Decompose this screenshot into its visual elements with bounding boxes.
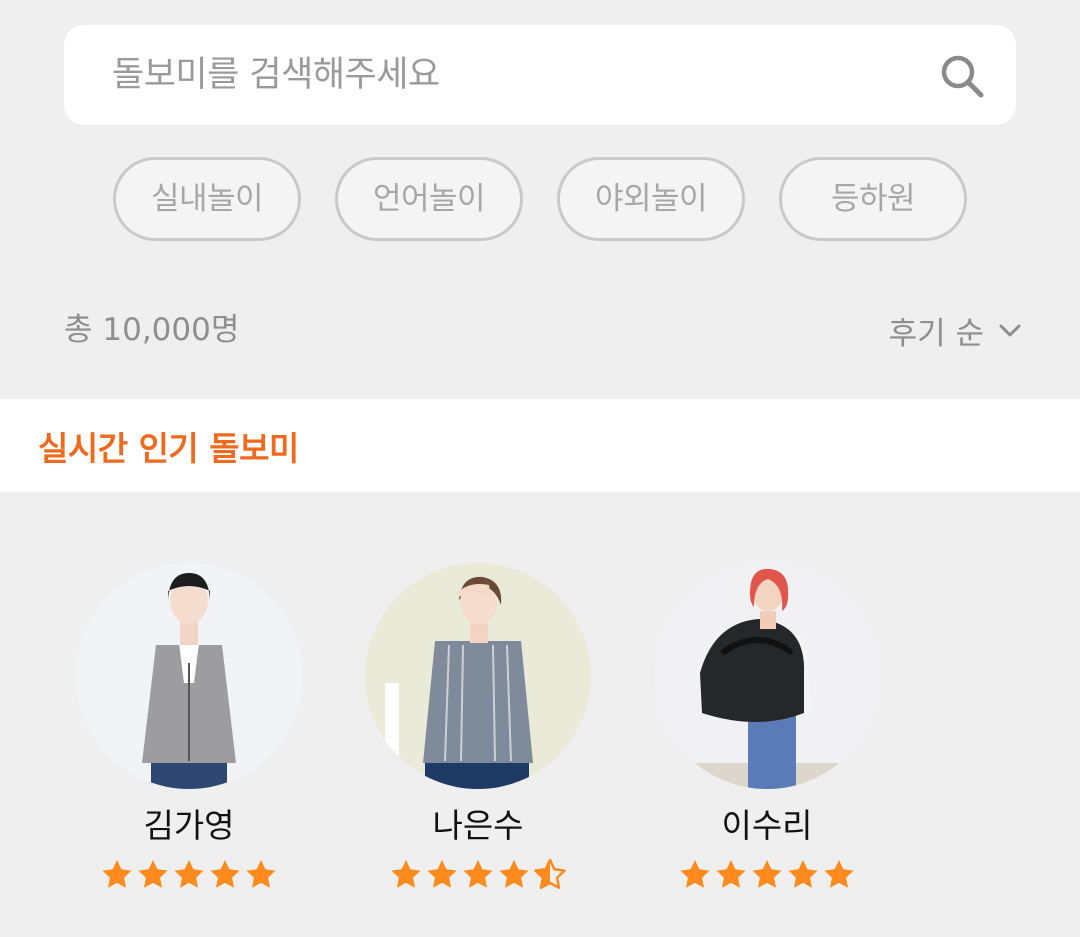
star-icon xyxy=(463,860,493,888)
sort-dropdown[interactable]: 후기 순 xyxy=(889,302,1024,358)
avatar xyxy=(365,563,591,789)
avatar xyxy=(76,563,302,789)
chip-language-play[interactable]: 언어놀이 xyxy=(335,157,523,241)
star-icon xyxy=(680,860,710,888)
star-rating xyxy=(365,859,591,891)
sitter-card[interactable]: 나은수 xyxy=(365,563,591,903)
star-icon xyxy=(210,860,240,888)
star-icon xyxy=(716,860,746,888)
star-icon xyxy=(427,860,457,888)
star-icon xyxy=(788,860,818,888)
search-placeholder: 돌보미를 검색해주세요 xyxy=(112,55,440,95)
result-summary: 총 10,000명 후기 순 xyxy=(64,302,1024,358)
star-icon xyxy=(391,860,421,888)
sitter-card[interactable]: 이수리 xyxy=(654,563,880,903)
star-icon xyxy=(499,860,529,888)
chip-outdoor-play[interactable]: 야외놀이 xyxy=(557,157,745,241)
star-icon xyxy=(174,860,204,888)
category-chips: 실내놀이 언어놀이 야외놀이 등하원 xyxy=(0,157,1080,241)
avatar xyxy=(654,563,880,789)
sort-label: 후기 순 xyxy=(888,315,984,352)
star-rating xyxy=(654,859,880,891)
star-icon xyxy=(824,860,854,888)
star-icon xyxy=(752,860,782,888)
star-half-icon xyxy=(534,859,566,890)
star-icon xyxy=(138,860,168,888)
search-icon[interactable] xyxy=(938,52,986,100)
star-icon xyxy=(246,860,276,888)
chip-school-pickup[interactable]: 등하원 xyxy=(779,157,967,241)
sitter-name: 나은수 xyxy=(432,806,524,845)
section-title: 실시간 인기 돌보미 xyxy=(38,429,299,468)
chevron-down-icon xyxy=(999,324,1021,337)
star-rating xyxy=(76,859,302,891)
sitter-name: 이수리 xyxy=(721,806,813,845)
chip-indoor-play[interactable]: 실내놀이 xyxy=(113,157,301,241)
search-input[interactable]: 돌보미를 검색해주세요 xyxy=(64,25,1016,125)
total-count: 총 10,000명 xyxy=(64,312,240,348)
star-icon xyxy=(102,860,132,888)
sitter-name: 김가영 xyxy=(143,806,235,845)
section-header: 실시간 인기 돌보미 xyxy=(0,399,1080,492)
sitter-card[interactable]: 김가영 xyxy=(76,563,302,903)
